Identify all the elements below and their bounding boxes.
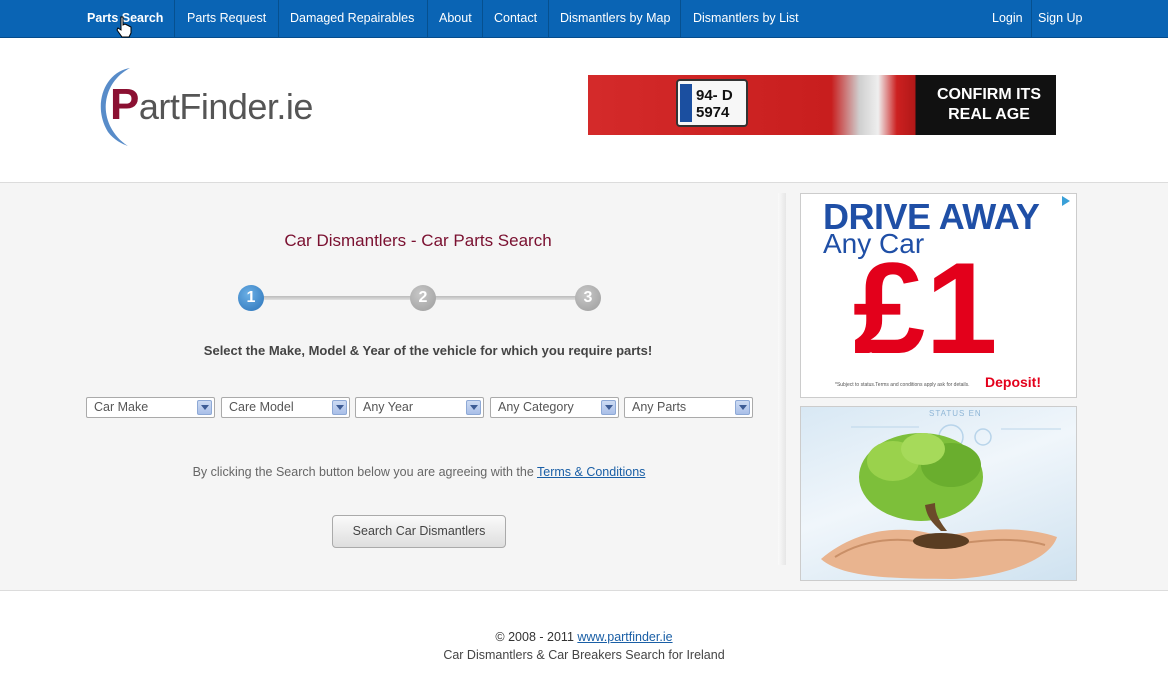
adchoices-icon[interactable]: [1062, 196, 1070, 206]
ad-status-label: STATUS EN: [929, 409, 982, 418]
parts-value: Any Parts: [632, 400, 687, 414]
car-model-value: Care Model: [229, 400, 294, 414]
nav-dismantlers-by-map[interactable]: Dismantlers by Map: [548, 0, 682, 37]
car-make-select[interactable]: Car Make: [86, 397, 215, 418]
dropdown-arrow-icon: [601, 400, 616, 415]
registration-plate: 94- D 5974: [676, 79, 748, 127]
copyright-text: © 2008 - 2011: [495, 630, 578, 644]
top-navigation-bar: Parts Search Parts Request Damaged Repai…: [0, 0, 1168, 38]
car-model-select[interactable]: Care Model: [221, 397, 350, 418]
nav-contact[interactable]: Contact: [482, 0, 549, 37]
category-select[interactable]: Any Category: [490, 397, 619, 418]
site-url-link[interactable]: www.partfinder.ie: [577, 630, 672, 644]
page-title: Car Dismantlers - Car Parts Search: [284, 231, 552, 250]
terms-notice: By clicking the Search button below you …: [86, 465, 752, 479]
ad-slogan: CONFIRM ITS REAL AGE: [934, 85, 1044, 125]
ad-slogan-line2: REAL AGE: [948, 106, 1030, 123]
year-value: Any Year: [363, 400, 414, 414]
copyright-line: © 2008 - 2011 www.partfinder.ie: [0, 630, 1168, 644]
step-3-indicator: 3: [575, 285, 601, 311]
step-connector: [424, 296, 588, 300]
instruction-text: Select the Make, Model & Year of the veh…: [203, 343, 653, 358]
step-2-indicator: 2: [410, 285, 436, 311]
dropdown-arrow-icon: [197, 400, 212, 415]
column-divider: [778, 193, 786, 565]
ad-small-print: *Subject to status.Terms and conditions …: [835, 382, 970, 388]
plate-number-line1: 94- D: [696, 87, 733, 104]
site-logo[interactable]: PartFinder.ie: [110, 80, 313, 130]
top-banner-ad[interactable]: 94- D 5974 CONFIRM ITS REAL AGE: [588, 75, 1056, 135]
search-panel: Car Dismantlers - Car Parts Search 1 2 3…: [0, 183, 1168, 591]
tree-in-hands-icon: [821, 424, 1061, 579]
tree-image-ad[interactable]: STATUS EN: [800, 406, 1077, 581]
parts-select[interactable]: Any Parts: [624, 397, 753, 418]
terms-notice-text: By clicking the Search button below you …: [192, 465, 538, 479]
site-header: PartFinder.ie 94- D 5974 CONFIRM ITS REA…: [0, 38, 1168, 183]
dropdown-arrow-icon: [735, 400, 750, 415]
logo-wordmark: artFinder.ie: [138, 86, 314, 127]
dropdown-arrow-icon: [332, 400, 347, 415]
ad-deposit: Deposit!: [985, 374, 1041, 390]
nav-damaged-repairables[interactable]: Damaged Repairables: [278, 0, 426, 37]
plate-number-line2: 5974: [696, 104, 730, 121]
hand-cursor-icon: [116, 16, 132, 38]
nav-about[interactable]: About: [427, 0, 484, 37]
step-1-indicator: 1: [238, 285, 264, 311]
eu-flag-icon: [680, 84, 692, 122]
nav-dismantlers-by-list[interactable]: Dismantlers by List: [681, 0, 811, 37]
step-connector: [252, 296, 422, 300]
drive-away-ad[interactable]: DRIVE AWAY Any Car £1 for only *Subject …: [800, 193, 1077, 398]
category-value: Any Category: [498, 400, 574, 414]
year-select[interactable]: Any Year: [355, 397, 484, 418]
logo-letter: P: [110, 80, 139, 129]
search-dismantlers-button[interactable]: Search Car Dismantlers: [332, 515, 506, 548]
ad-for-only: for only: [867, 350, 927, 370]
dropdown-arrow-icon: [466, 400, 481, 415]
ad-slogan-line1: CONFIRM ITS: [937, 86, 1041, 103]
site-footer: © 2008 - 2011 www.partfinder.ie Car Dism…: [0, 592, 1168, 699]
nav-parts-request[interactable]: Parts Request: [175, 0, 278, 37]
car-make-value: Car Make: [94, 400, 149, 414]
nav-sign-up[interactable]: Sign Up: [1026, 0, 1094, 37]
terms-conditions-link[interactable]: Terms & Conditions: [537, 465, 645, 479]
footer-tagline: Car Dismantlers & Car Breakers Search fo…: [443, 648, 725, 662]
